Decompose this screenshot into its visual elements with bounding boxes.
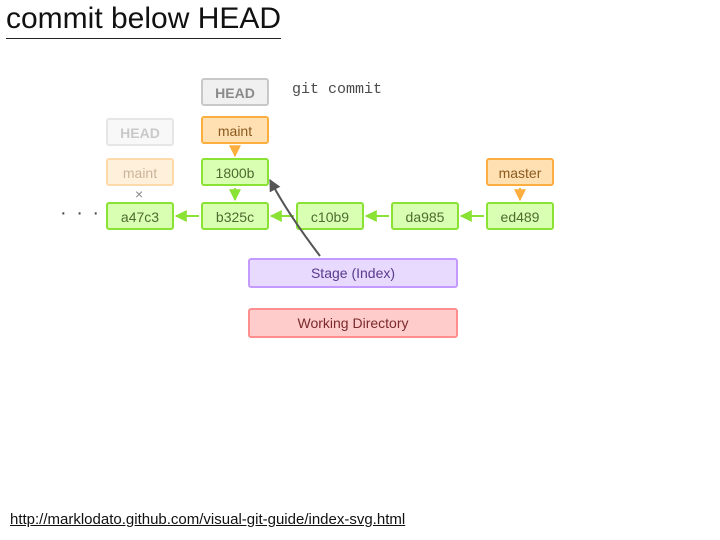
git-command-label: git commit [292, 81, 382, 98]
head-new-box: HEAD [201, 78, 269, 106]
commit-1800b-box: 1800b [201, 158, 269, 186]
branch-maint-old-box: maint [106, 158, 174, 186]
diagram: git commit HEAD maint 1800b HEAD maint ×… [0, 0, 720, 540]
branch-master-box: master [486, 158, 554, 186]
source-link[interactable]: http://marklodato.github.com/visual-git-… [10, 511, 405, 528]
commit-c10b9-box: c10b9 [296, 202, 364, 230]
commit-ed489-box: ed489 [486, 202, 554, 230]
working-directory-box: Working Directory [248, 308, 458, 338]
cross-icon: × [135, 186, 143, 202]
commit-da985-box: da985 [391, 202, 459, 230]
head-old-box: HEAD [106, 118, 174, 146]
commit-a47c3-box: a47c3 [106, 202, 174, 230]
commit-b325c-box: b325c [201, 202, 269, 230]
branch-maint-new-box: maint [201, 116, 269, 144]
stage-index-box: Stage (Index) [248, 258, 458, 288]
ellipsis-icon: · · · [60, 202, 101, 225]
